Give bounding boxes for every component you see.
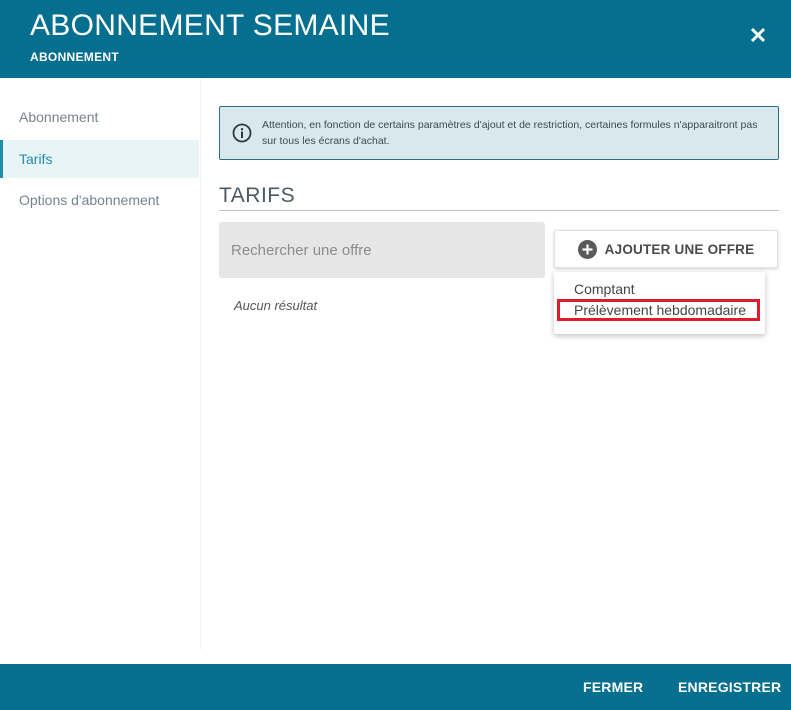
search-input[interactable] (219, 222, 545, 278)
sidebar-nav: Abonnement Tarifs Options d'abonnement (0, 78, 201, 650)
sidebar-item-options[interactable]: Options d'abonnement (0, 181, 199, 219)
info-icon (232, 123, 252, 143)
dialog-header: ABONNEMENT SEMAINE ABONNEMENT (0, 0, 791, 78)
sidebar-item-abonnement[interactable]: Abonnement (0, 98, 199, 136)
dialog-subtitle: ABONNEMENT (30, 50, 119, 64)
info-notice: Attention, en fonction de certains param… (219, 106, 779, 160)
add-offer-label: AJOUTER UNE OFFRE (604, 241, 755, 257)
sidebar-item-label: Abonnement (19, 109, 99, 125)
save-button[interactable]: ENREGISTRER (678, 679, 781, 695)
offer-type-dropdown: Comptant Prélèvement hebdomadaire (554, 272, 765, 334)
notice-text: Attention, en fonction de certains param… (262, 119, 758, 147)
close-button[interactable]: FERMER (583, 679, 643, 695)
dropdown-option-comptant[interactable]: Comptant (554, 281, 765, 297)
close-icon[interactable] (749, 26, 767, 44)
sidebar-item-label: Tarifs (19, 151, 53, 167)
subscription-dialog: ABONNEMENT SEMAINE ABONNEMENT Abonnement… (0, 0, 791, 710)
sidebar-item-label: Options d'abonnement (19, 192, 160, 208)
dropdown-option-prelevement-hebdomadaire[interactable]: Prélèvement hebdomadaire (557, 299, 760, 321)
sidebar-item-tarifs[interactable]: Tarifs (0, 140, 199, 178)
section-title: TARIFS (219, 184, 779, 211)
plus-circle-icon (577, 239, 597, 259)
dialog-footer: FERMER ENREGISTRER (0, 664, 791, 710)
add-offer-button[interactable]: AJOUTER UNE OFFRE (554, 230, 778, 268)
empty-results-text: Aucun résultat (234, 298, 318, 313)
dialog-title: ABONNEMENT SEMAINE (30, 9, 390, 42)
